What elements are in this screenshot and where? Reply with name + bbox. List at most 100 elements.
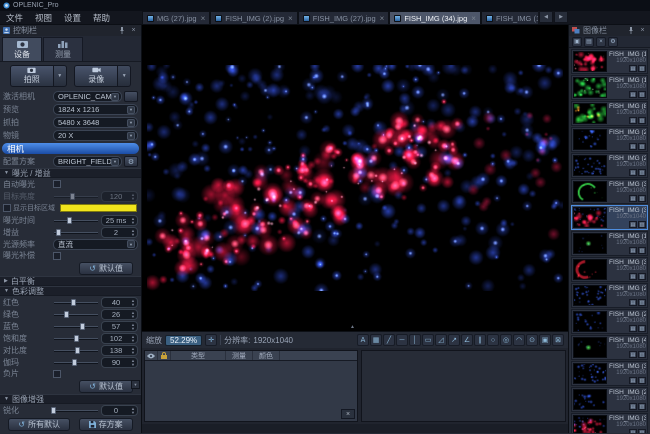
point-circle-tool-button[interactable]: ⊙ — [526, 334, 538, 346]
section-camera[interactable]: 相机 — [2, 143, 139, 154]
document-tab[interactable]: FISH_IMG (2).jpg × — [210, 11, 297, 24]
menu-item-help[interactable]: 帮助 — [87, 12, 116, 24]
vline-tool-button[interactable]: │ — [409, 334, 421, 346]
color-slider[interactable] — [53, 344, 99, 356]
device-row-select[interactable]: 20 X ▼ — [53, 130, 138, 141]
thumbnail-image[interactable] — [573, 233, 607, 254]
arc-tool-button[interactable]: ◠ — [513, 334, 525, 346]
color-slider-value[interactable]: 57▲▼ — [101, 321, 138, 332]
thumbnail-save-button[interactable]: ▤ — [629, 351, 637, 358]
thumbnail-item[interactable]: FISH_IMG (1× 1920x1080 ▤ ▥ — [571, 49, 648, 74]
close-panel-icon[interactable]: × — [129, 26, 138, 35]
thumbnail-item[interactable]: FISH_IMG (3× 1920x1080 ▤ ▥ — [571, 257, 648, 282]
tab-scroll-right-button[interactable]: ▶ — [554, 11, 568, 23]
close-panel-icon[interactable]: × — [638, 26, 647, 35]
thumbnail-item[interactable]: FISH_IMG (3× 1920x1080 ▤ ▥ — [571, 361, 648, 386]
close-all-images-button[interactable]: × — [596, 37, 606, 47]
profile-select[interactable]: BRIGHT_FIELD_LED_AE ▼ — [53, 156, 122, 167]
color-default-button[interactable]: ↺ 默认值 — [79, 380, 133, 393]
thumbnail-item[interactable]: FISH_IMG (2× 1920x1080 ▤ ▥ — [571, 387, 648, 412]
document-tab[interactable]: FISH_IMG (34).jpg × — [389, 11, 481, 24]
image-tool-button[interactable]: ▦ — [370, 334, 382, 346]
target-brightness-slider[interactable] — [53, 190, 99, 202]
thumbnail-save-button[interactable]: ▤ — [629, 169, 637, 176]
color-slider-value[interactable]: 102▲▼ — [101, 333, 138, 344]
thumbnail-image[interactable] — [573, 77, 607, 98]
color-slider[interactable] — [53, 296, 99, 308]
circle-tool-button[interactable]: ○ — [487, 334, 499, 346]
tab-scroll-left-button[interactable]: ◀ — [539, 11, 553, 23]
device-row-select[interactable]: OPLENIC_CAMERA ▼ — [53, 91, 122, 102]
thumbnail-export-button[interactable]: ▥ — [638, 377, 646, 384]
zoom-value[interactable]: 52.29% — [165, 335, 202, 346]
thumbnail-image[interactable] — [573, 337, 607, 358]
record-button[interactable]: 录像 — [74, 65, 118, 87]
thumbnail-save-button[interactable]: ▤ — [629, 117, 637, 124]
thumbnail-export-button[interactable]: ▥ — [638, 117, 646, 124]
panel-scroll-down-button[interactable]: ▼ — [131, 380, 140, 389]
thumbnail-save-button[interactable]: ▤ — [629, 325, 637, 332]
arrow-tool-button[interactable]: ↗ — [448, 334, 460, 346]
thumbnail-item[interactable]: FISH_IMG (2× 1920x1080 ▤ ▥ — [571, 153, 648, 178]
color-slider[interactable] — [53, 332, 99, 344]
thumbnail-save-button[interactable]: ▤ — [629, 403, 637, 410]
tab-close-icon[interactable]: × — [201, 14, 206, 23]
fluorescence-image[interactable] — [147, 65, 563, 291]
compare-images-button[interactable]: ▣ — [572, 37, 582, 47]
document-tab[interactable]: FISH_IMG (27).jpg × — [298, 11, 390, 24]
thumbnail-item[interactable]: FISH_IMG (2× 1920x1080 ▤ ▥ — [571, 127, 648, 152]
thumbnail-export-button[interactable]: ▥ — [638, 91, 646, 98]
thumbnail-save-button[interactable]: ▤ — [629, 65, 637, 72]
thumbnail-item[interactable]: FISH_IMG (1× 1920x1080 ▤ ▥ — [571, 75, 648, 100]
show-target-area-checkbox[interactable] — [3, 204, 11, 212]
grid-tool-button[interactable]: ▣ — [539, 334, 551, 346]
thumbnail-item[interactable]: FISH_IMG (3× 1920x1080 ▤ ▥ — [571, 179, 648, 204]
thumbnail-item[interactable]: FISH_IMG (8× 1920x1080 ▤ ▥ — [571, 101, 648, 126]
thumbnail-image[interactable] — [573, 415, 607, 433]
chevron-down-icon[interactable]: ▼ — [111, 158, 119, 166]
profile-settings-button[interactable]: ⚙ — [124, 156, 138, 167]
thumbnail-export-button[interactable]: ▥ — [638, 195, 646, 202]
thumbnail-export-button[interactable]: ▥ — [638, 221, 646, 228]
target-brightness-value[interactable]: 120▲▼ — [101, 191, 138, 202]
chevron-down-icon[interactable]: ▼ — [127, 240, 135, 248]
refresh-camera-button[interactable] — [124, 91, 138, 102]
rect-tool-button[interactable]: ▭ — [422, 334, 434, 346]
lock-column-icon[interactable] — [158, 351, 171, 360]
thumbnail-export-button[interactable]: ▥ — [638, 247, 646, 254]
thumbnail-export-button[interactable]: ▥ — [638, 403, 646, 410]
chevron-down-icon[interactable]: ▼ — [127, 132, 135, 140]
thumbnail-image[interactable] — [573, 285, 607, 306]
thumbnail-save-button[interactable]: ▤ — [629, 91, 637, 98]
save-profile-button[interactable]: 存方案 — [79, 418, 133, 431]
thumbnail-image[interactable] — [573, 103, 607, 124]
tab-close-icon[interactable]: × — [288, 14, 293, 23]
auto-exposure-checkbox[interactable] — [53, 180, 61, 188]
thumbnail-export-button[interactable]: ▥ — [638, 65, 646, 72]
thumbnail-image[interactable] — [573, 51, 607, 72]
document-tab[interactable]: MG (27).jpg × — [142, 11, 210, 24]
thumbnail-image[interactable] — [573, 181, 607, 202]
color-slider[interactable] — [53, 308, 99, 320]
thumbnail-item[interactable]: FISH_IMG (2× 1920x1080 ▤ ▥ — [571, 309, 648, 334]
thumbnail-item[interactable]: FISH_IMG (2× 1920x1080 ▤ ▥ — [571, 283, 648, 308]
section-white-balance[interactable]: ▶ 白平衡 — [0, 276, 141, 286]
thumbnail-image[interactable] — [573, 259, 607, 280]
line-tool-button[interactable]: ╱ — [383, 334, 395, 346]
negative-checkbox[interactable] — [53, 370, 61, 378]
light-frequency-select[interactable]: 直流 ▼ — [53, 239, 138, 250]
section-color-adjust[interactable]: ▼ 色彩调整 — [0, 286, 141, 296]
thumbnail-save-button[interactable]: ▤ — [629, 221, 637, 228]
menu-item-file[interactable]: 文件 — [0, 12, 29, 24]
color-slider-value[interactable]: 40▲▼ — [101, 297, 138, 308]
pin-icon[interactable] — [626, 26, 635, 35]
record-dropdown-button[interactable]: ▼ — [118, 65, 131, 87]
tab-close-icon[interactable]: × — [380, 14, 385, 23]
thumbnail-export-button[interactable]: ▥ — [638, 143, 646, 150]
thumbnail-image[interactable] — [573, 389, 607, 410]
section-image-enhance[interactable]: ▼ 图像增强 — [0, 394, 141, 404]
thumbnail-item[interactable]: FISH_IMG (1× 1920x1080 ▤ ▥ — [571, 231, 648, 256]
exposure-comp-checkbox[interactable] — [53, 252, 61, 260]
tab-close-icon[interactable]: × — [471, 14, 476, 23]
thumbnail-save-button[interactable]: ▤ — [629, 195, 637, 202]
